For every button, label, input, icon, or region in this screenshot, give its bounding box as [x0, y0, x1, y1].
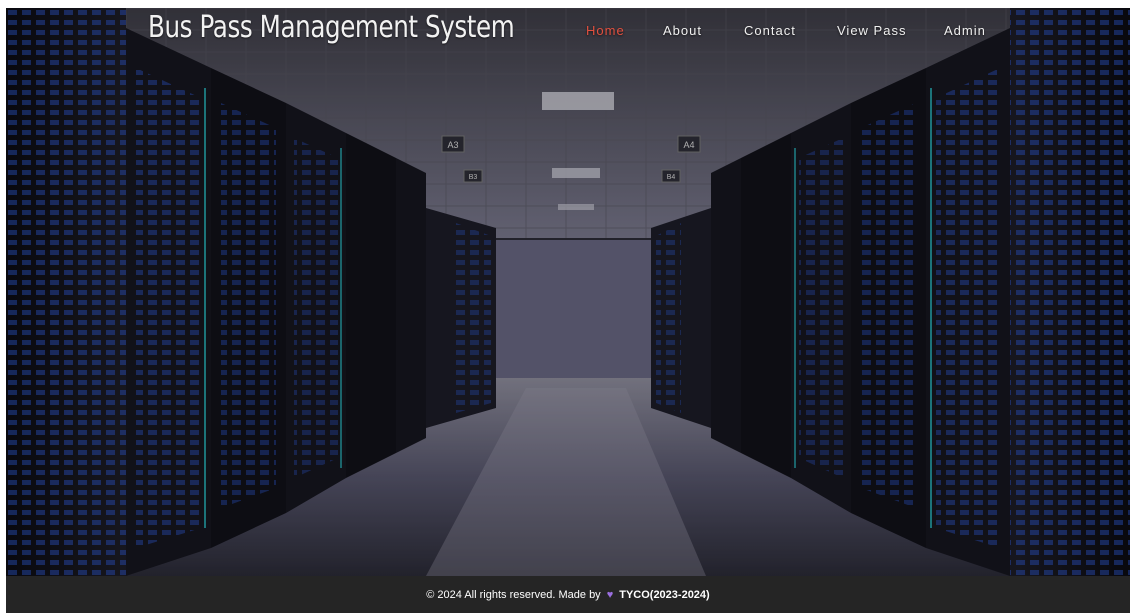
- page: A3 A4 B3 B4 Bus Pass Management System H…: [0, 0, 1136, 613]
- heart-icon: ♥: [606, 588, 614, 601]
- nav-contact[interactable]: Contact: [744, 23, 796, 38]
- footer: © 2024 All rights reserved. Made by ♥ TY…: [6, 576, 1130, 613]
- nav-home[interactable]: Home: [586, 23, 625, 38]
- footer-org: TYCO(2023-2024): [619, 588, 710, 601]
- server-room-image: A3 A4 B3 B4: [6, 8, 1130, 576]
- hero-background: A3 A4 B3 B4 Bus Pass Management System H…: [6, 8, 1130, 576]
- nav-view-pass[interactable]: View Pass: [837, 23, 906, 38]
- main-nav: Home About Contact View Pass Admin: [6, 23, 1130, 43]
- footer-copyright: © 2024 All rights reserved. Made by: [426, 588, 601, 601]
- nav-admin[interactable]: Admin: [944, 23, 986, 38]
- nav-about[interactable]: About: [663, 23, 702, 38]
